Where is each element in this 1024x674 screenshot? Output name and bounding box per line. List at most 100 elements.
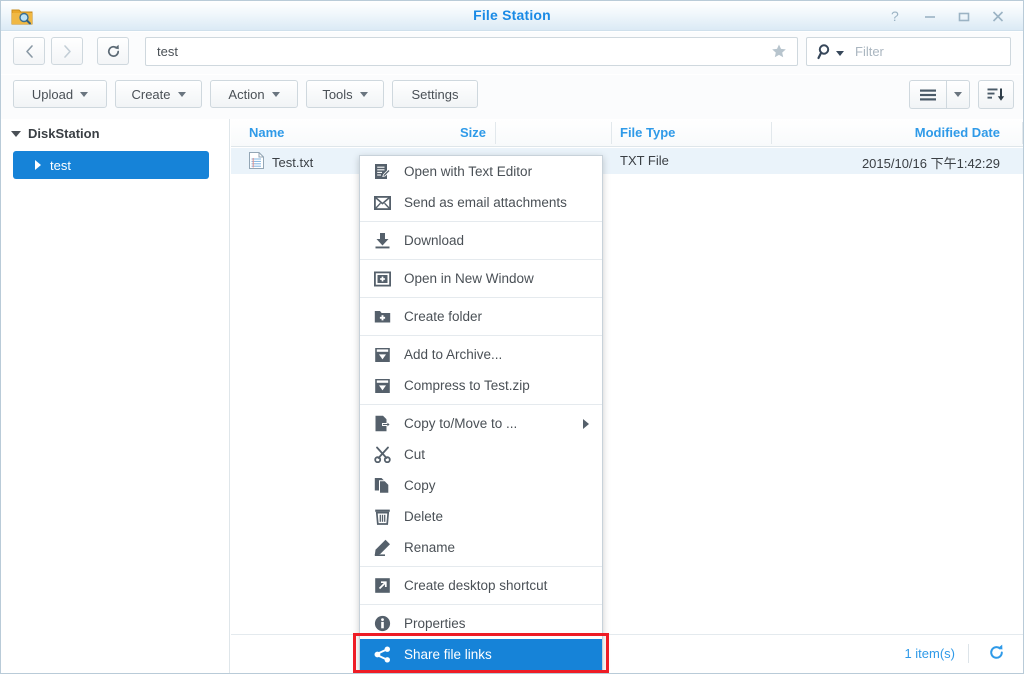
menu-item-label: Copy xyxy=(404,478,436,493)
menu-item-label: Delete xyxy=(404,509,443,524)
navigation-bar: test Filter xyxy=(1,32,1023,74)
menu-item-label: Open with Text Editor xyxy=(404,164,532,179)
column-divider[interactable] xyxy=(1022,122,1023,144)
file-list-header: Name Size File Type Modified Date xyxy=(231,119,1023,147)
menu-item-compress-to-zip[interactable]: Compress to Test.zip xyxy=(360,370,602,401)
sidebar-item-test[interactable]: test xyxy=(13,151,209,179)
maximize-button[interactable] xyxy=(947,4,981,28)
create-button[interactable]: Create xyxy=(115,80,202,108)
sidebar-root-diskstation[interactable]: DiskStation xyxy=(11,126,100,141)
chevron-right-icon xyxy=(583,419,589,429)
action-button[interactable]: Action xyxy=(210,80,298,108)
menu-item-label: Properties xyxy=(404,616,466,631)
menu-item-label: Send as email attachments xyxy=(404,195,567,210)
filter-placeholder: Filter xyxy=(855,44,884,59)
scissors-icon xyxy=(373,446,391,464)
chevron-down-icon xyxy=(80,92,88,97)
menu-separator xyxy=(360,335,602,336)
view-options-chevron-down-icon[interactable] xyxy=(946,80,970,109)
column-header-modified-date[interactable]: Modified Date xyxy=(915,125,1000,140)
column-header-file-type[interactable]: File Type xyxy=(620,125,675,140)
file-station-window: File Station ? xyxy=(0,0,1024,674)
context-menu: Open with Text Editor Send as email atta… xyxy=(359,155,603,671)
copy-move-icon xyxy=(373,415,391,433)
menu-separator xyxy=(360,566,602,567)
item-count-label: 1 item(s) xyxy=(904,646,955,661)
menu-separator xyxy=(360,259,602,260)
back-button[interactable] xyxy=(13,37,45,65)
refresh-button[interactable] xyxy=(97,37,129,65)
svg-text:?: ? xyxy=(891,9,899,24)
settings-button[interactable]: Settings xyxy=(392,80,478,108)
search-icon[interactable] xyxy=(817,43,844,61)
menu-item-label: Copy to/Move to ... xyxy=(404,416,517,431)
menu-separator xyxy=(360,221,602,222)
new-window-icon xyxy=(373,270,391,288)
file-name-cell: Test.txt xyxy=(249,152,313,172)
menu-item-label: Download xyxy=(404,233,464,248)
file-type-cell: TXT File xyxy=(620,153,669,168)
sidebar: DiskStation test xyxy=(1,119,230,674)
minimize-button[interactable] xyxy=(913,4,947,28)
address-value: test xyxy=(157,44,178,59)
envelope-icon xyxy=(373,194,391,212)
sort-descending-icon[interactable] xyxy=(978,80,1014,109)
menu-separator xyxy=(360,404,602,405)
chevron-down-icon xyxy=(954,92,962,97)
menu-item-delete[interactable]: Delete xyxy=(360,501,602,532)
status-divider xyxy=(968,644,969,663)
refresh-icon[interactable] xyxy=(988,644,1005,664)
menu-item-cut[interactable]: Cut xyxy=(360,439,602,470)
menu-item-open-in-new-window[interactable]: Open in New Window xyxy=(360,263,602,294)
file-list: Name Size File Type Modified Date xyxy=(231,119,1023,674)
tools-button-label: Tools xyxy=(322,87,352,102)
close-button[interactable] xyxy=(981,4,1015,28)
menu-item-send-as-email-attachments[interactable]: Send as email attachments xyxy=(360,187,602,218)
menu-item-properties[interactable]: Properties xyxy=(360,608,602,639)
menu-item-copy-to-move-to[interactable]: Copy to/Move to ... xyxy=(360,408,602,439)
tools-button[interactable]: Tools xyxy=(306,80,384,108)
forward-button[interactable] xyxy=(51,37,83,65)
window-title: File Station xyxy=(1,7,1023,23)
menu-item-download[interactable]: Download xyxy=(360,225,602,256)
window-controls: ? xyxy=(879,4,1015,28)
star-icon[interactable] xyxy=(771,43,787,64)
sidebar-root-label: DiskStation xyxy=(28,126,100,141)
text-editor-icon xyxy=(373,163,391,181)
menu-item-create-folder[interactable]: Create folder xyxy=(360,301,602,332)
menu-item-copy[interactable]: Copy xyxy=(360,470,602,501)
menu-item-create-desktop-shortcut[interactable]: Create desktop shortcut xyxy=(360,570,602,601)
column-header-size[interactable]: Size xyxy=(460,125,486,140)
menu-item-open-with-text-editor[interactable]: Open with Text Editor xyxy=(360,156,602,187)
upload-button[interactable]: Upload xyxy=(13,80,107,108)
menu-item-add-to-archive[interactable]: Add to Archive... xyxy=(360,339,602,370)
menu-item-label: Rename xyxy=(404,540,455,555)
column-divider[interactable] xyxy=(771,122,772,144)
info-icon xyxy=(373,615,391,633)
help-button[interactable]: ? xyxy=(879,4,913,28)
address-bar[interactable]: test xyxy=(145,37,798,66)
file-name-label: Test.txt xyxy=(272,155,313,170)
sidebar-item-label: test xyxy=(50,158,71,173)
menu-item-rename[interactable]: Rename xyxy=(360,532,602,563)
table-row[interactable]: Test.txt es TXT File 2015/10/16 下午1:42:2… xyxy=(231,148,1023,174)
column-divider[interactable] xyxy=(495,122,496,144)
menu-item-label: Create folder xyxy=(404,309,482,324)
title-bar: File Station ? xyxy=(1,1,1023,31)
chevron-down-icon xyxy=(178,92,186,97)
list-view-icon[interactable] xyxy=(909,80,946,109)
column-divider[interactable] xyxy=(611,122,612,144)
trash-icon xyxy=(373,508,391,526)
text-file-icon xyxy=(249,152,264,172)
download-icon xyxy=(373,232,391,250)
column-header-name[interactable]: Name xyxy=(249,125,284,140)
chevron-down-icon xyxy=(11,131,21,137)
status-bar: 1 item(s) xyxy=(231,634,1023,673)
filter-bar[interactable]: Filter xyxy=(806,37,1011,66)
toolbar: Upload Create Action Tools Settings xyxy=(1,75,1023,119)
settings-button-label: Settings xyxy=(412,87,459,102)
menu-item-share-file-links[interactable]: Share file links xyxy=(360,639,602,670)
menu-item-label: Compress to Test.zip xyxy=(404,378,530,393)
file-modified-cell: 2015/10/16 下午1:42:29 xyxy=(862,153,1000,172)
upload-button-label: Upload xyxy=(32,87,73,102)
